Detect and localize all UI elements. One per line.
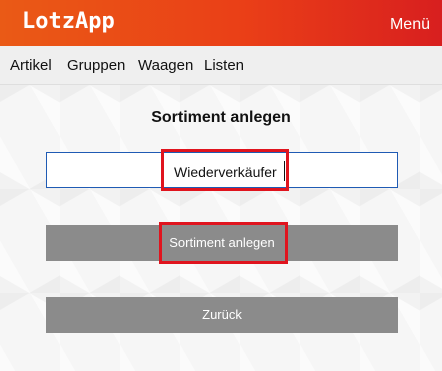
nav-item-artikel[interactable]: Artikel xyxy=(10,57,52,74)
menu-button[interactable]: Menü xyxy=(390,16,430,34)
main-nav: Artikel Gruppen Waagen Listen xyxy=(0,46,442,85)
page-title: Sortiment anlegen xyxy=(151,109,291,126)
nav-item-listen[interactable]: Listen xyxy=(204,57,244,74)
nav-item-waagen[interactable]: Waagen xyxy=(138,57,193,74)
button-highlight-box xyxy=(159,222,288,264)
form-area: Sortiment anlegen Wiederverkäufer Sortim… xyxy=(0,85,442,371)
app-title: LotzApp xyxy=(22,9,115,34)
input-highlight-box xyxy=(161,149,289,191)
app-header: LotzApp Menü xyxy=(0,0,442,46)
nav-item-gruppen[interactable]: Gruppen xyxy=(67,57,125,74)
back-button[interactable]: Zurück xyxy=(46,297,398,333)
